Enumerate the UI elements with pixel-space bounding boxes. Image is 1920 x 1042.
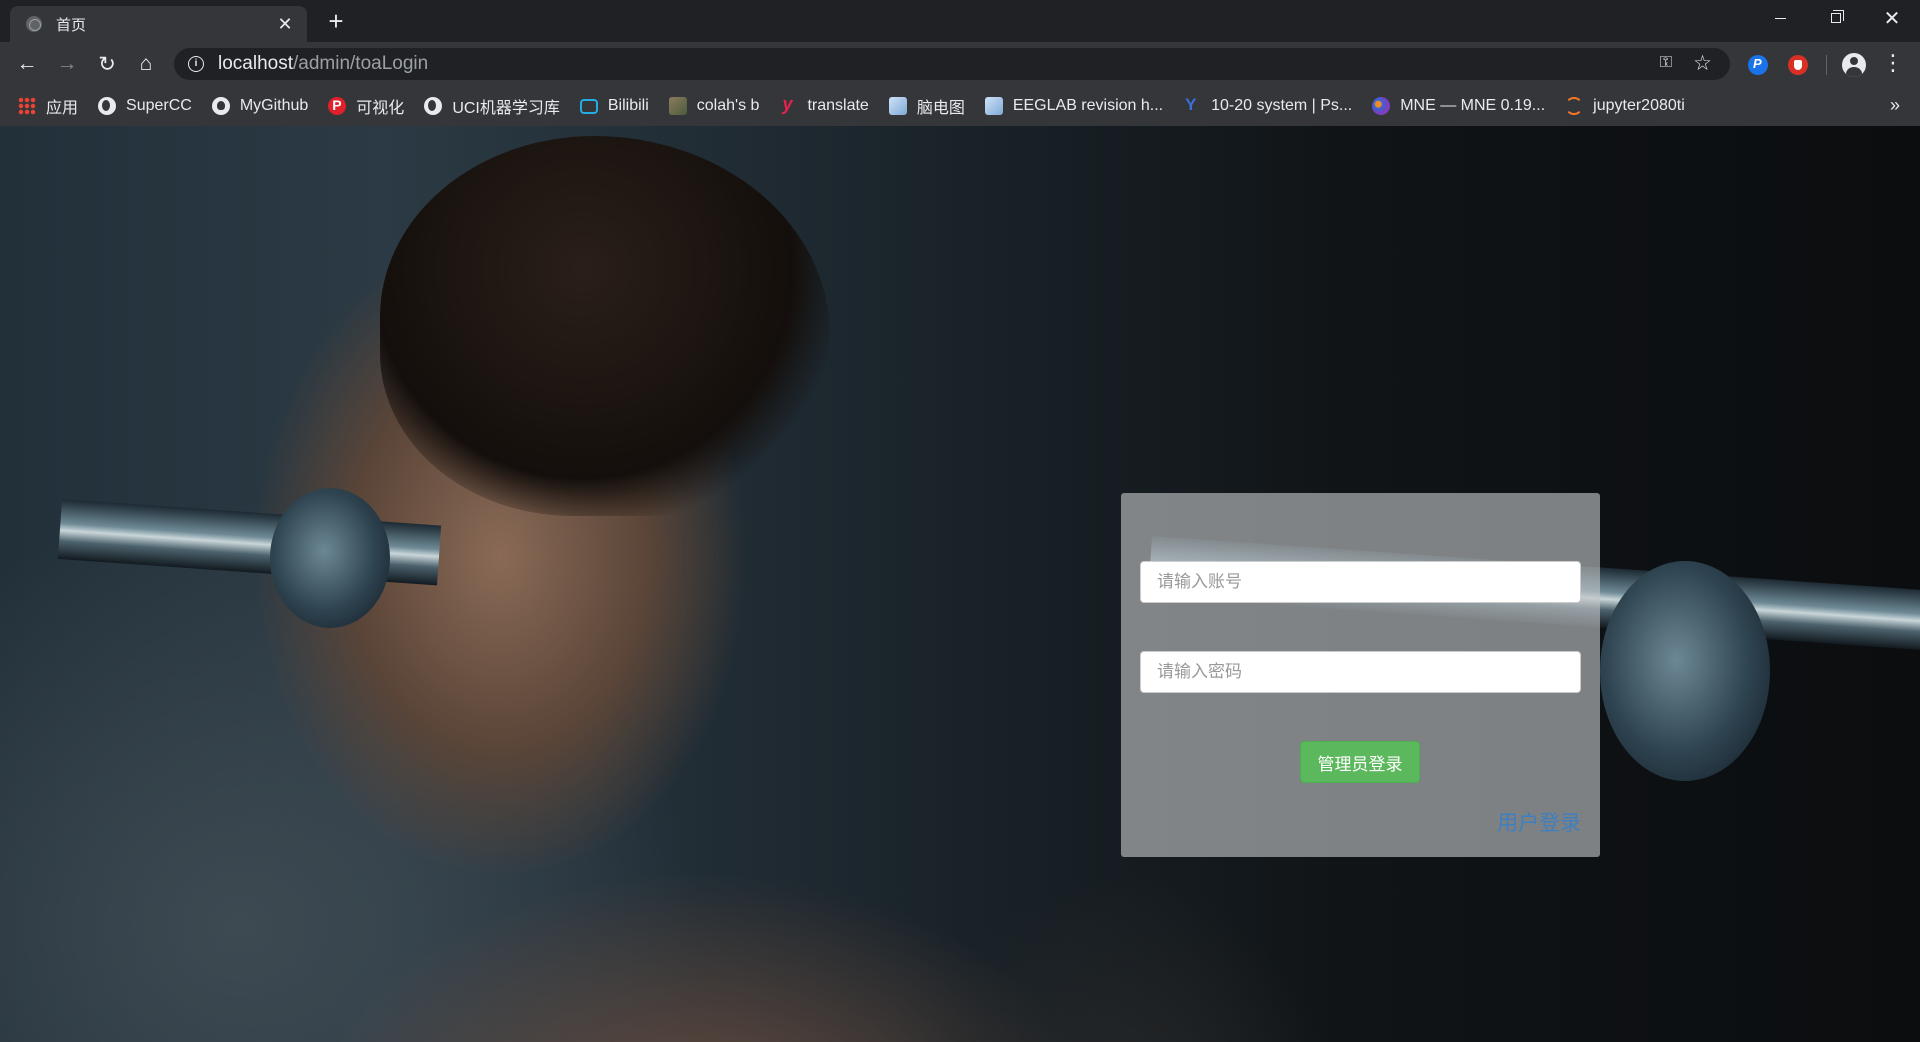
bookmark-mygithub[interactable]: MyGithub [211, 97, 309, 115]
bookmark-label: MyGithub [239, 97, 309, 114]
tab-strip: 首页 ✕ + ✕ [0, 0, 1920, 42]
github-icon [211, 97, 230, 115]
bookmark-eeglab[interactable]: EEGLAB revision h... [984, 97, 1164, 115]
minimize-button[interactable] [1752, 0, 1808, 36]
globe-icon [424, 97, 443, 115]
jupyter-icon [1565, 97, 1584, 115]
document-icon [984, 97, 1003, 115]
bookmark-apps[interactable]: 应用 [18, 94, 78, 118]
bookmark-label: jupyter2080ti [1593, 97, 1685, 114]
bookmark-colah[interactable]: colah's b [668, 97, 760, 115]
bookmark-label: EEGLAB revision h... [1012, 97, 1164, 114]
bookmark-label: Bilibili [607, 97, 649, 114]
bookmark-translate[interactable]: translate [779, 94, 869, 115]
bookmark-eeg[interactable]: 脑电图 [888, 94, 965, 118]
bookmark-bilibili[interactable]: Bilibili [579, 97, 649, 115]
address-bar[interactable]: i localhost/admin/toaLogin ⚿ ☆ [174, 48, 1730, 80]
image-icon [668, 97, 687, 115]
bookmark-jupyter[interactable]: jupyter2080ti [1565, 97, 1685, 115]
globe-icon [98, 97, 117, 115]
extension-adblock-icon[interactable] [1788, 55, 1808, 75]
bookmark-label: 可视化 [356, 100, 405, 117]
bookmark-1020-system[interactable]: 10-20 system | Ps... [1183, 95, 1353, 115]
bookmark-label: 应用 [46, 100, 79, 117]
document-icon [888, 97, 907, 115]
new-tab-button[interactable]: + [322, 7, 350, 35]
bookmarks-overflow-icon[interactable]: » [1890, 95, 1900, 116]
minimize-icon [1774, 17, 1786, 19]
bookmark-label: colah's b [696, 97, 760, 114]
bookmark-label: MNE — MNE 0.19... [1400, 97, 1546, 114]
url-path: /admin/toaLogin [293, 53, 429, 74]
active-tab[interactable]: 首页 ✕ [10, 6, 307, 42]
restore-icon [1831, 10, 1844, 23]
profile-avatar-icon[interactable] [1842, 53, 1866, 77]
restore-button[interactable] [1808, 0, 1864, 36]
admin-login-button[interactable]: 管理员登录 [1300, 741, 1420, 783]
more-menu-icon[interactable]: ⋮ [1882, 51, 1904, 75]
bookmark-label: SuperCC [126, 97, 192, 114]
account-input[interactable] [1140, 561, 1581, 603]
apps-icon [18, 97, 36, 115]
bilibili-icon [579, 98, 598, 114]
password-key-icon[interactable]: ⚿ [1660, 54, 1672, 72]
mne-icon [1372, 97, 1391, 115]
home-button[interactable]: ⌂ [130, 48, 162, 80]
page-content: 管理员登录 用户登录 [0, 126, 1920, 1042]
site-info-icon[interactable]: i [188, 56, 204, 72]
barbell-plate-left [270, 488, 390, 628]
close-window-button[interactable]: ✕ [1864, 0, 1920, 36]
close-tab-icon[interactable]: ✕ [275, 14, 295, 35]
bookmark-label: 脑电图 [916, 100, 965, 117]
y-logo-icon [1183, 95, 1201, 115]
login-panel: 管理员登录 用户登录 [1121, 493, 1600, 857]
bookmark-uci[interactable]: UCI机器学习库 [424, 94, 560, 118]
bookmark-star-icon[interactable]: ☆ [1693, 51, 1712, 76]
bookmarks-bar: 应用 SuperCC MyGithub 可视化 UCI机器学习库 Bilibil… [0, 86, 1920, 126]
y-logo-icon [779, 94, 797, 115]
p-logo-icon [328, 97, 347, 115]
back-button[interactable]: ← [11, 48, 43, 80]
password-input[interactable] [1140, 651, 1581, 693]
bookmark-supercc[interactable]: SuperCC [98, 97, 192, 115]
bookmark-mne[interactable]: MNE — MNE 0.19... [1372, 97, 1545, 115]
url-host: localhost [218, 53, 293, 74]
browser-toolbar: ← → ↻ ⌂ i localhost/admin/toaLogin ⚿ ☆ ⋮ [0, 42, 1920, 86]
barbell-plate-right [1600, 561, 1770, 781]
reload-button[interactable]: ↻ [91, 48, 123, 80]
forward-button[interactable]: → [51, 48, 83, 80]
toolbar-divider [1826, 55, 1827, 75]
bookmark-visualization[interactable]: 可视化 [328, 94, 404, 118]
bookmark-label: UCI机器学习库 [452, 100, 560, 117]
tab-title: 首页 [56, 16, 87, 34]
bookmark-label: translate [807, 97, 869, 114]
bookmark-label: 10-20 system | Ps... [1211, 97, 1353, 114]
user-login-link[interactable]: 用户登录 [1497, 807, 1581, 837]
globe-icon [26, 16, 42, 32]
background-figure [380, 136, 830, 516]
extension-p-icon[interactable] [1748, 55, 1768, 75]
